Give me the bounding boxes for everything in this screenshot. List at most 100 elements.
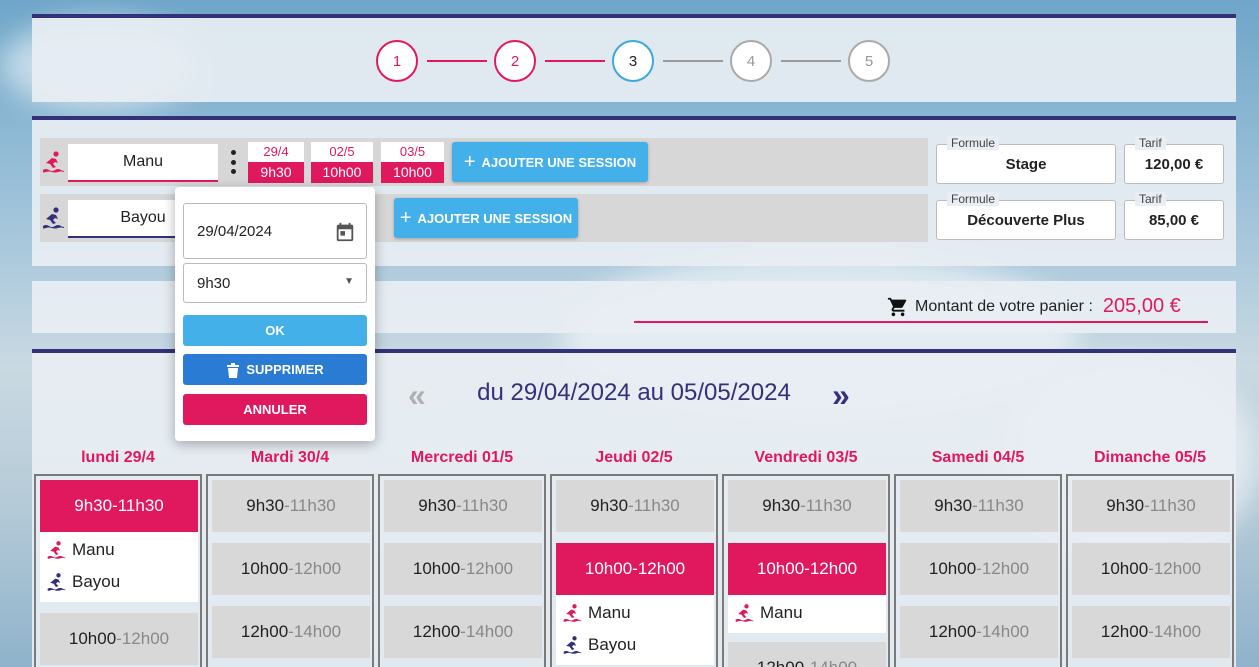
ok-button[interactable]: OK	[183, 315, 367, 346]
slot-end: 14h00	[810, 658, 857, 667]
surfer-icon	[563, 604, 582, 622]
formule-field[interactable]: Formule Découverte Plus	[936, 192, 1116, 240]
time-slot[interactable]: 12h00 - 14h00	[900, 606, 1058, 658]
participant-row-bayou: Bayou + AJOUTER UNE SESSION	[40, 194, 928, 242]
delete-button[interactable]: SUPPRIMER	[183, 354, 367, 385]
slot-start: 9h30	[418, 496, 457, 515]
time-slot[interactable]: 10h00 - 12h00	[556, 543, 714, 595]
more-options-icon[interactable]	[230, 150, 236, 174]
day-column-wednesday: Mercredi 01/5 9h30 - 11h30 10h00 - 12h00…	[378, 449, 546, 667]
participant-row-manu: Manu 29/4 9h30 02/5 10h00 03/5 10h00 + A…	[40, 138, 928, 186]
slot-registrations: Manu Bayou	[556, 595, 714, 665]
time-slot[interactable]: 12h00 - 14h00	[384, 606, 542, 658]
cancel-button[interactable]: ANNULER	[183, 394, 367, 425]
formule-field[interactable]: Formule Stage	[936, 136, 1116, 184]
time-slot[interactable]: 9h30 - 11h30	[556, 480, 714, 532]
surfer-icon	[43, 207, 64, 229]
next-week-icon[interactable]: »	[832, 379, 850, 411]
stepper-panel: 1 2 3 4 5	[32, 14, 1236, 102]
delete-label: SUPPRIMER	[246, 362, 324, 377]
time-slot[interactable]: 10h00 - 12h00	[212, 543, 370, 595]
slot-end: 11h30	[633, 496, 680, 515]
slot-end: 11h30	[805, 496, 852, 515]
time-slot[interactable]: 12h00 - 14h00	[212, 606, 370, 658]
session-time: 9h30	[248, 162, 304, 183]
time-slot[interactable]: 10h00 - 12h00	[384, 543, 542, 595]
slot-end: 12h00	[981, 559, 1030, 578]
slot-start: 12h00	[928, 622, 977, 641]
day-header: Mardi 30/4	[250, 449, 330, 466]
tarif-field[interactable]: Tarif 120,00 €	[1124, 136, 1224, 184]
day-header: Jeudi 02/5	[595, 449, 673, 466]
step-3[interactable]: 3	[612, 40, 654, 82]
slot-end: 11h30	[977, 496, 1024, 515]
add-session-button[interactable]: + AJOUTER UNE SESSION	[452, 142, 648, 182]
surfer-icon	[43, 151, 64, 173]
slot-end: 12h00	[1153, 559, 1202, 578]
session-chip[interactable]: 03/5 10h00	[381, 142, 444, 184]
time-slot[interactable]: 9h30 - 11h30	[1072, 480, 1230, 532]
add-session-label: AJOUTER UNE SESSION	[417, 210, 573, 226]
time-slot[interactable]: 9h30 - 11h30	[900, 480, 1058, 532]
plus-icon: +	[463, 151, 476, 173]
registered-participant: Bayou	[40, 566, 198, 598]
session-date: 02/5	[311, 142, 373, 162]
slot-start: 12h00	[1100, 622, 1149, 641]
slot-end: 12h00	[465, 559, 514, 578]
slot-end: 11h30	[289, 496, 336, 515]
session-time-value: 9h30	[197, 274, 231, 292]
session-time: 10h00	[381, 162, 444, 183]
slot-end: 12h00	[293, 559, 342, 578]
day-column-thursday: Jeudi 02/5 9h30 - 11h30 10h00 - 12h00 Ma…	[550, 449, 718, 667]
slot-start: 10h00	[412, 559, 461, 578]
time-slot[interactable]: 12h00 - 14h00	[1072, 606, 1230, 658]
session-edit-popup: 29/04/2024 9h30 ▼ OK SUPPRIMER ANNULER	[175, 187, 375, 441]
slot-start: 9h30	[246, 496, 285, 515]
slot-start: 10h00	[1100, 559, 1149, 578]
participant-name: Bayou	[588, 635, 637, 654]
trash-icon	[227, 362, 240, 378]
time-slot[interactable]: 10h00 - 12h00	[900, 543, 1058, 595]
time-slot[interactable]: 9h30 - 11h30	[212, 480, 370, 532]
add-session-button[interactable]: + AJOUTER UNE SESSION	[394, 198, 578, 238]
surfer-icon	[563, 636, 582, 654]
slot-start: 9h30	[934, 496, 973, 515]
time-slot[interactable]: 9h30 - 11h30	[40, 480, 198, 532]
formule-label: Formule	[947, 192, 1000, 206]
cart-amount: 205,00 €	[1102, 295, 1181, 317]
step-connector	[781, 60, 841, 62]
time-slot[interactable]: 10h00 - 12h00	[728, 543, 886, 595]
cart-label: Montant de votre panier :	[915, 297, 1093, 315]
day-header: Mercredi 01/5	[410, 449, 514, 466]
day-header: lundi 29/4	[81, 449, 155, 466]
slot-end: 11h30	[117, 496, 164, 515]
tarif-field[interactable]: Tarif 85,00 €	[1124, 192, 1224, 240]
day-slots: 9h30 - 11h30 Manu Bayou 10h00 - 12h00	[34, 474, 202, 667]
step-1[interactable]: 1	[376, 40, 418, 82]
time-slot[interactable]: 10h00 - 12h00	[1072, 543, 1230, 595]
session-chip[interactable]: 29/4 9h30	[248, 142, 304, 184]
step-2[interactable]: 2	[494, 40, 536, 82]
ok-label: OK	[265, 323, 285, 338]
slot-start: 10h00	[756, 559, 805, 578]
time-slot[interactable]: 12h00 - 14h00	[728, 642, 886, 667]
calendar-icon[interactable]	[334, 221, 356, 243]
step-4[interactable]: 4	[730, 40, 772, 82]
registered-participant: Bayou	[556, 629, 714, 661]
time-slot[interactable]: 10h00 - 12h00	[40, 613, 198, 665]
step-5[interactable]: 5	[848, 40, 890, 82]
slot-registrations: Manu Bayou	[40, 532, 198, 602]
session-date-value: 29/04/2024	[197, 222, 273, 240]
session-time-select[interactable]: 9h30 ▼	[183, 263, 367, 303]
time-slot[interactable]: 9h30 - 11h30	[384, 480, 542, 532]
tarif-label: Tarif	[1135, 192, 1166, 206]
session-date-field[interactable]: 29/04/2024	[183, 203, 367, 259]
slot-start: 10h00	[928, 559, 977, 578]
day-column-saturday: Samedi 04/5 9h30 - 11h30 10h00 - 12h00 1…	[894, 449, 1062, 667]
participant-name-field[interactable]: Manu	[68, 144, 218, 182]
slot-registrations: Manu	[728, 595, 886, 633]
session-chip[interactable]: 02/5 10h00	[311, 142, 373, 184]
participant-name: Manu	[72, 540, 115, 559]
time-slot[interactable]: 9h30 - 11h30	[728, 480, 886, 532]
slot-end: 14h00	[293, 622, 342, 641]
